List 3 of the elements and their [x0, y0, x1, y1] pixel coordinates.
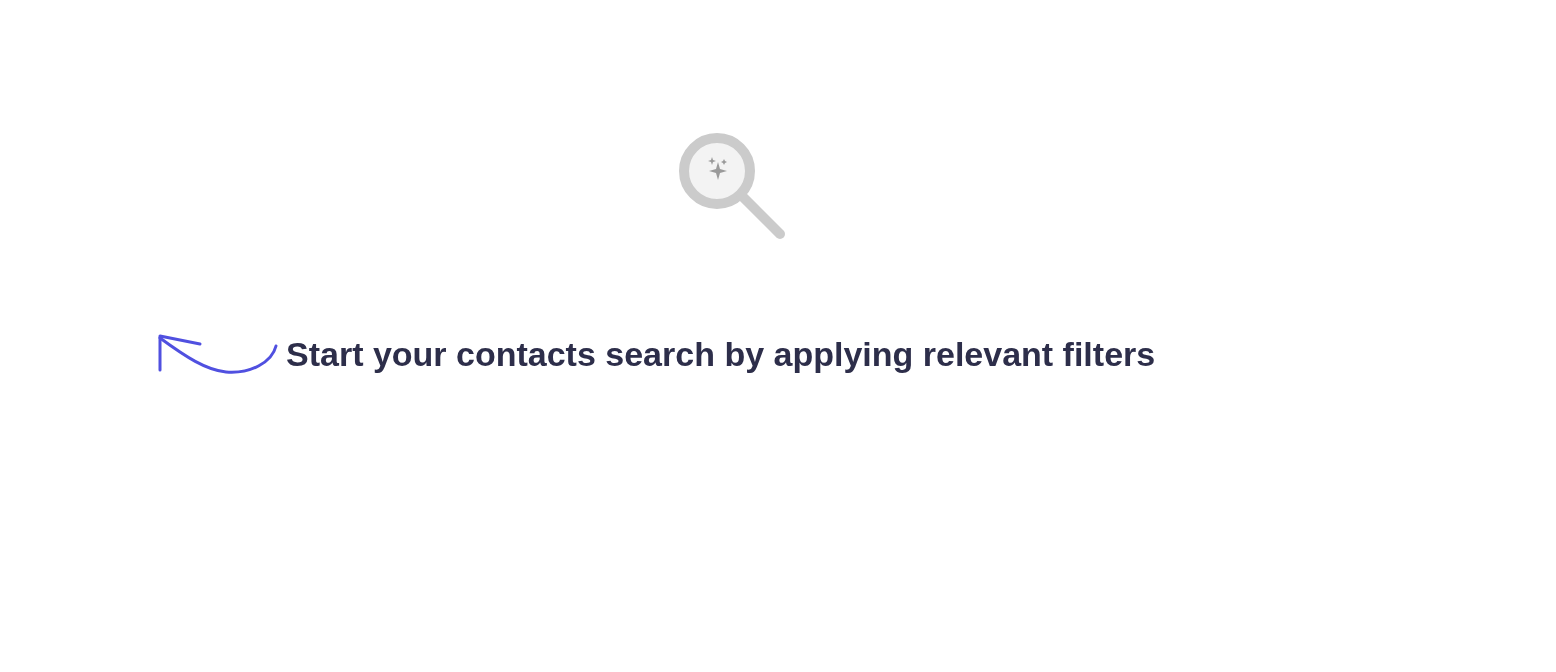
- curved-arrow-icon: [156, 332, 280, 376]
- search-sparkle-icon: [678, 132, 788, 242]
- empty-state-message: Start your contacts search by applying relevant filters: [286, 334, 1156, 374]
